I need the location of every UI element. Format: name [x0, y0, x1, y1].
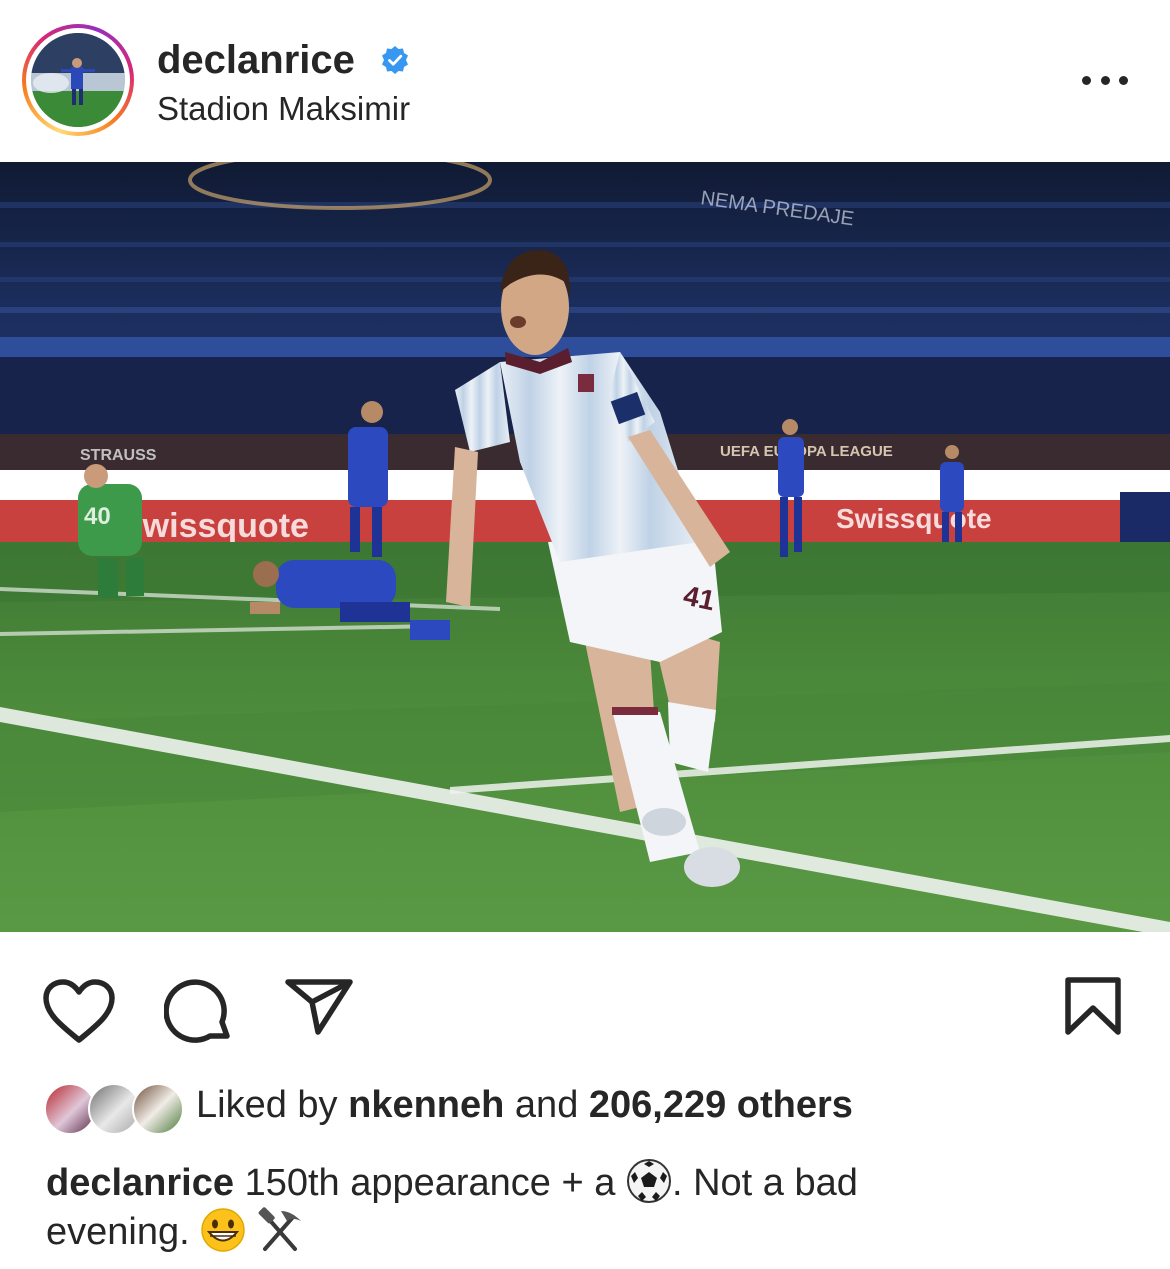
ad-board-uefa: UEFA EUROPA LEAGUE	[720, 443, 893, 460]
likes-prefix: Liked by	[196, 1084, 338, 1126]
caption-text-continued: . Not a bad	[671, 1162, 858, 1204]
svg-text:40: 40	[84, 503, 111, 530]
caption-text: 150th appearance + a	[244, 1162, 616, 1204]
heart-icon[interactable]	[42, 978, 116, 1046]
ad-board-swissquote-right: Swissquote	[836, 503, 992, 534]
ad-board-swissquote-left: Swissquote	[120, 507, 309, 545]
likes-connector: and	[514, 1084, 579, 1126]
post-caption: declanrice 150th appearance + a . Not a …	[46, 1158, 1126, 1256]
post-action-bar	[0, 932, 1170, 1072]
shorts-number: 41	[681, 580, 718, 617]
liker-avatar	[132, 1083, 184, 1135]
likes-count[interactable]: 206,229 others	[589, 1084, 853, 1126]
post-photo[interactable]: NEMA PREDAJE STRAUSS UEFA EUROPA LEAGUE …	[0, 162, 1170, 932]
post-username[interactable]: declanrice	[157, 38, 355, 83]
liker-avatars	[44, 1083, 184, 1135]
verified-badge-icon	[380, 45, 410, 75]
post-header: declanrice Stadion Maksimir	[0, 0, 1170, 162]
comment-icon[interactable]	[163, 978, 234, 1048]
likes-row[interactable]: Liked by nkenneh and 206,229 others	[44, 1080, 1144, 1136]
liker-username[interactable]: nkenneh	[348, 1084, 504, 1126]
caption-author[interactable]: declanrice	[46, 1162, 234, 1204]
more-options-icon[interactable]	[1082, 62, 1128, 98]
hammer-and-pick-icon	[257, 1207, 303, 1253]
post-location[interactable]: Stadion Maksimir	[157, 90, 410, 128]
caption-text-line2: evening.	[46, 1211, 190, 1253]
bookmark-icon[interactable]	[1064, 976, 1122, 1036]
grinning-face-icon	[200, 1207, 246, 1253]
send-icon[interactable]	[284, 976, 354, 1036]
profile-avatar	[31, 33, 125, 127]
ad-board-strauss: STRAUSS	[80, 447, 157, 464]
story-ring-avatar[interactable]	[22, 24, 134, 136]
soccer-ball-icon	[626, 1158, 672, 1204]
